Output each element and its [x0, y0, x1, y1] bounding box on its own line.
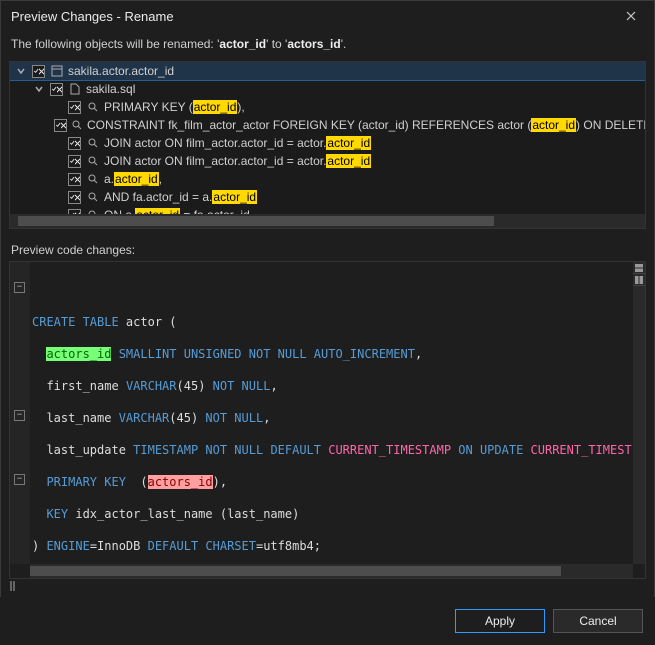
reference-icon — [85, 172, 100, 187]
cancel-button[interactable]: Cancel — [553, 609, 643, 633]
apply-button[interactable]: Apply — [455, 609, 545, 633]
expand-toggle[interactable] — [32, 82, 46, 96]
tree-item[interactable]: AND fa.actor_id = a.actor_id — [10, 188, 645, 206]
tree-item[interactable]: CONSTRAINT fk_film_actor_actor FOREIGN K… — [10, 116, 645, 134]
expand-toggle[interactable] — [14, 64, 28, 78]
fold-toggle[interactable]: − — [14, 282, 25, 293]
tree-item[interactable]: JOIN actor ON film_actor.actor_id = acto… — [10, 134, 645, 152]
tree-root[interactable]: sakila.actor.actor_id — [10, 62, 645, 80]
tree-file-label: sakila.sql — [86, 82, 135, 96]
checkbox[interactable] — [50, 83, 63, 96]
tree-root-label: sakila.actor.actor_id — [68, 64, 174, 78]
file-icon — [67, 82, 82, 97]
window-title: Preview Changes - Rename — [11, 9, 174, 24]
checkbox[interactable] — [32, 65, 45, 78]
titlebar: Preview Changes - Rename — [1, 1, 654, 31]
code-horizontal-scrollbar[interactable] — [30, 564, 633, 578]
scrollbar-thumb[interactable] — [18, 216, 494, 226]
checkbox[interactable] — [68, 173, 81, 186]
column-icon — [49, 64, 64, 79]
tree-item[interactable]: JOIN actor ON film_actor.actor_id = acto… — [10, 152, 645, 170]
code-overview-strip[interactable] — [633, 262, 645, 564]
preview-label: Preview code changes: — [11, 243, 644, 257]
intro-text: The following objects will be renamed: '… — [1, 31, 654, 57]
fold-toggle[interactable]: − — [14, 474, 25, 485]
code-gutter: − − − — [10, 262, 30, 564]
dialog-button-row: Apply Cancel — [0, 597, 655, 645]
checkbox[interactable] — [54, 119, 67, 132]
tree-item[interactable]: a.actor_id, — [10, 170, 645, 188]
reference-icon — [85, 100, 100, 115]
tree-horizontal-scrollbar[interactable] — [10, 214, 645, 228]
fold-toggle[interactable]: − — [14, 410, 25, 421]
checkbox[interactable] — [68, 101, 81, 114]
tree-file[interactable]: sakila.sql — [10, 80, 645, 98]
reference-icon — [85, 190, 100, 205]
splitter-handle[interactable] — [6, 579, 16, 593]
tree-item[interactable]: PRIMARY KEY (actor_id), — [10, 98, 645, 116]
reference-icon — [71, 118, 83, 133]
reference-icon — [85, 154, 100, 169]
scrollbar-thumb[interactable] — [30, 566, 561, 576]
close-icon — [626, 11, 636, 21]
checkbox[interactable] — [68, 155, 81, 168]
code-body: CREATE TABLE actor ( actors_id SMALLINT … — [32, 266, 631, 579]
tree-panel: sakila.actor.actor_id sakila.sql PRIMARY… — [9, 61, 646, 229]
tree-item[interactable]: ON a.actor_id = fa.actor_id — [10, 206, 645, 214]
reference-icon — [85, 136, 100, 151]
checkbox[interactable] — [68, 137, 81, 150]
code-preview-panel[interactable]: − − − CREATE TABLE actor ( actors_id SMA… — [9, 261, 646, 579]
close-button[interactable] — [616, 4, 646, 28]
split-vertical-icon[interactable] — [633, 274, 645, 286]
split-horizontal-icon[interactable] — [633, 262, 645, 274]
checkbox[interactable] — [68, 191, 81, 204]
